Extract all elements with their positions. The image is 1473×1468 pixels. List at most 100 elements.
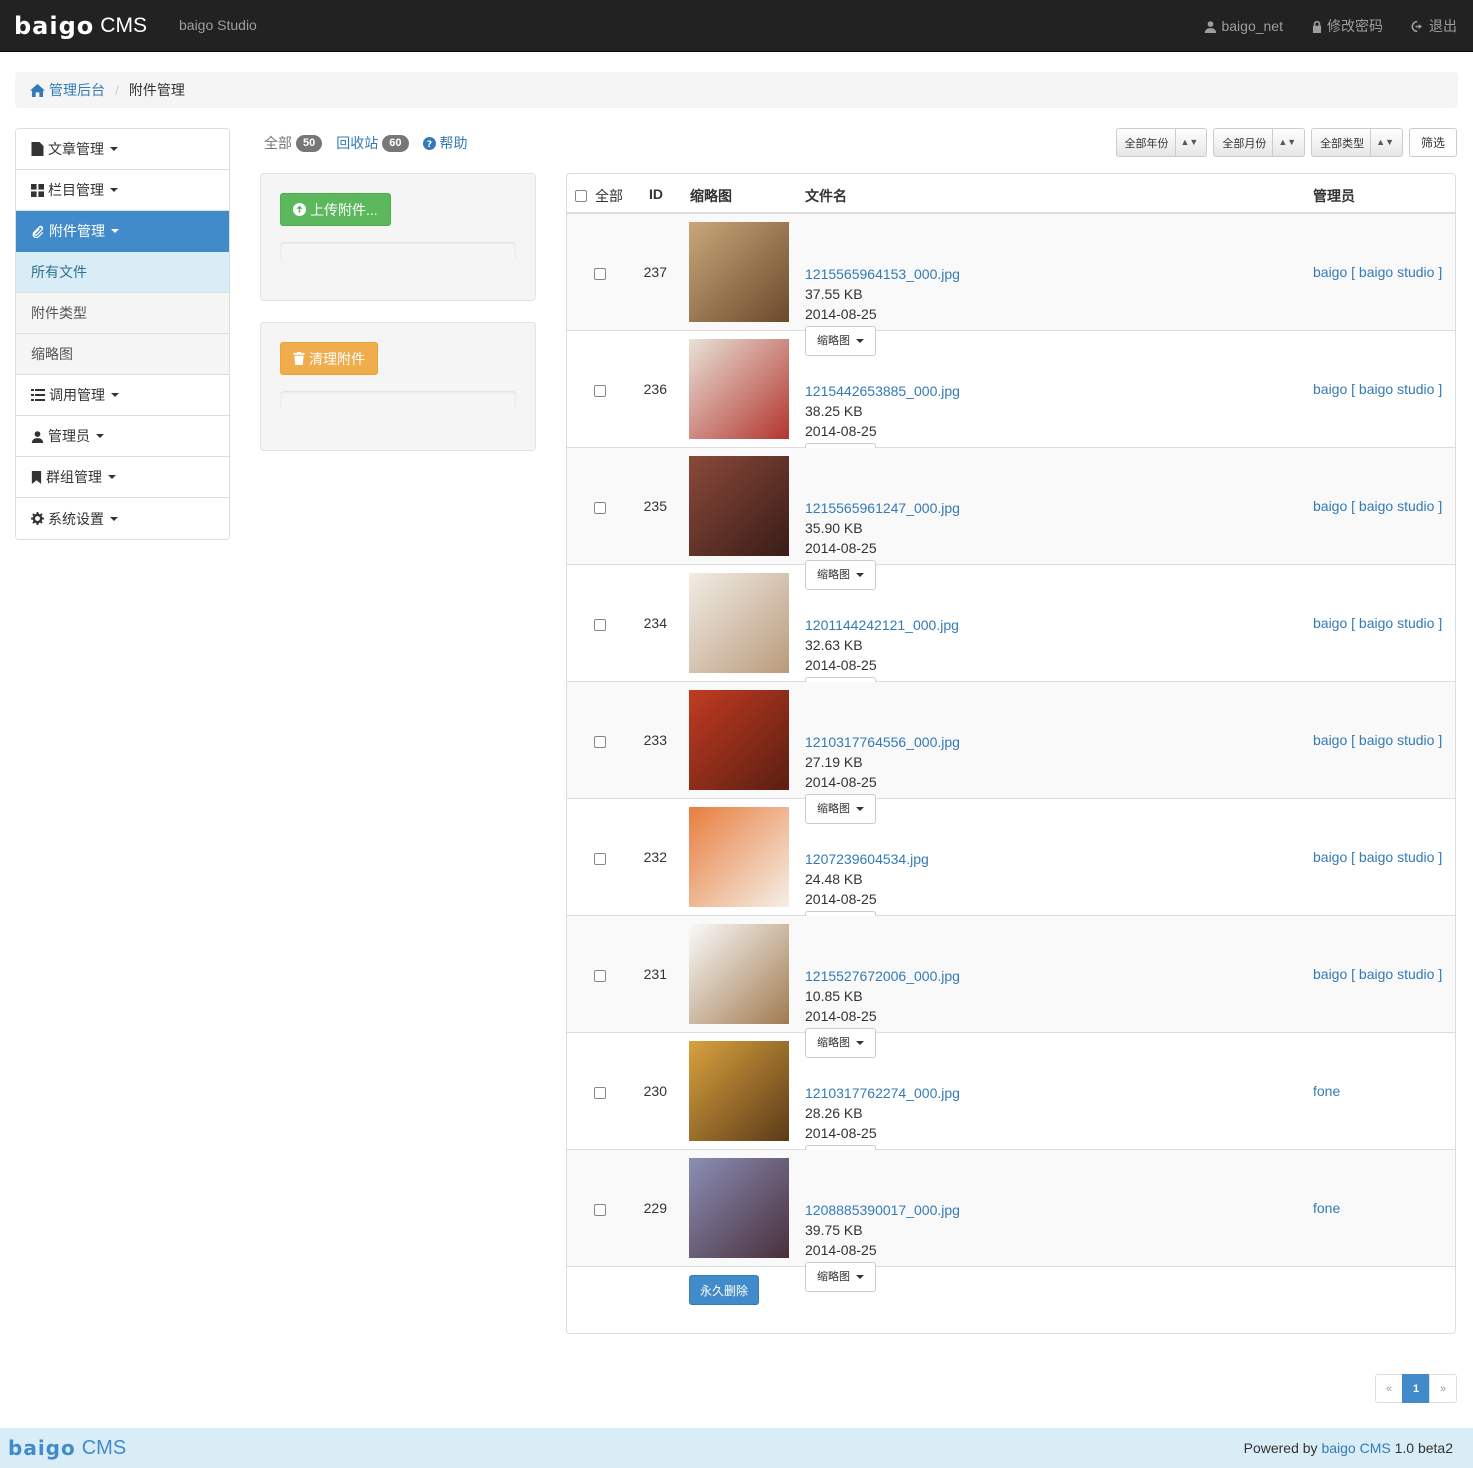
file-name-link[interactable]: 1215442653885_000.jpg (805, 383, 960, 399)
file-size: 39.75 KB (805, 1222, 863, 1238)
gear-icon (31, 512, 44, 525)
clean-panel: 清理附件 (260, 322, 536, 451)
file-name-link[interactable]: 1210317762274_000.jpg (805, 1085, 960, 1101)
row-id: 236 (643, 381, 667, 397)
table-row: 233 1210317764556_000.jpg 27.19 KB 2014-08-… (567, 682, 1455, 824)
tab-recycle[interactable]: 回收站 60 (336, 133, 409, 153)
bookmark-icon (31, 470, 42, 484)
file-name-link[interactable]: 1215527672006_000.jpg (805, 968, 960, 984)
row-id: 232 (643, 849, 667, 865)
file-size: 27.19 KB (805, 754, 863, 770)
logout-icon (1411, 20, 1423, 32)
row-checkbox[interactable] (594, 502, 606, 514)
sidebar-item-mime-types[interactable]: 附件类型 (16, 293, 229, 334)
sidebar-item-thumbnails[interactable]: 缩略图 (16, 334, 229, 375)
sidebar-item-admins[interactable]: 管理员 (16, 416, 229, 457)
footer-logo-cms: CMS (81, 1436, 127, 1459)
thumbnail-image (689, 222, 789, 322)
admin-link[interactable]: baigo [ baigo studio ] (1313, 264, 1442, 280)
logout-link[interactable]: 退出 (1411, 16, 1457, 36)
page-next[interactable]: » (1429, 1374, 1457, 1403)
select-all-checkbox[interactable] (575, 190, 587, 202)
studio-link[interactable]: baigo Studio (179, 17, 257, 33)
lock-icon (1312, 20, 1322, 33)
file-name-link[interactable]: 1210317764556_000.jpg (805, 734, 960, 750)
attachments-table: 全部 ID 缩略图 文件名 管理员 237 1215565964153_000.j… (566, 173, 1456, 1334)
caret-down-icon (111, 393, 119, 397)
change-password-link[interactable]: 修改密码 (1311, 16, 1383, 36)
brand-logo[interactable]: baigo CMS (14, 12, 147, 40)
file-name-link[interactable]: 1207239604534.jpg (805, 851, 929, 867)
footer-logo: baigo CMS (8, 1436, 126, 1460)
help-link[interactable]: ? 帮助 (422, 133, 468, 153)
select-arrows-icon: ▲▼ (1370, 129, 1394, 156)
thumbnail-image (689, 456, 789, 556)
admin-link[interactable]: baigo [ baigo studio ] (1313, 732, 1442, 748)
admin-link[interactable]: baigo [ baigo studio ] (1313, 381, 1442, 397)
thumbnail-image (689, 690, 789, 790)
row-checkbox[interactable] (594, 619, 606, 631)
month-select[interactable]: 全部月份 ▲▼ (1213, 128, 1306, 157)
admin-link[interactable]: fone (1313, 1083, 1340, 1099)
tab-all[interactable]: 全部 50 (264, 133, 323, 153)
admin-link[interactable]: baigo [ baigo studio ] (1313, 615, 1442, 631)
sidebar-item-articles[interactable]: 文章管理 (16, 129, 229, 170)
powered-link[interactable]: baigo CMS (1321, 1440, 1390, 1456)
clean-button[interactable]: 清理附件 (280, 342, 378, 375)
thumbnail-dropdown-button[interactable]: 缩略图 (805, 1262, 876, 1292)
user-link[interactable]: baigo_net (1204, 16, 1283, 36)
admin-link[interactable]: fone (1313, 1200, 1340, 1216)
sidebar-item-calls[interactable]: 调用管理 (16, 375, 229, 416)
file-date: 2014-08-25 (805, 774, 877, 790)
file-name-link[interactable]: 1215565964153_000.jpg (805, 266, 960, 282)
table-header: 全部 ID 缩略图 文件名 管理员 (567, 174, 1455, 214)
caret-down-icon (110, 147, 118, 151)
file-size: 38.25 KB (805, 403, 863, 419)
row-checkbox[interactable] (594, 385, 606, 397)
row-checkbox[interactable] (594, 853, 606, 865)
table-row: 231 1215527672006_000.jpg 10.85 KB 2014-08-… (567, 916, 1455, 1058)
table-row: 236 1215442653885_000.jpg 38.25 KB 2014-08-… (567, 331, 1455, 473)
admin-link[interactable]: baigo [ baigo studio ] (1313, 849, 1442, 865)
thumbnail-image (689, 339, 789, 439)
breadcrumb: 管理后台 / 附件管理 (15, 72, 1458, 108)
sidebar-item-categories[interactable]: 栏目管理 (16, 170, 229, 211)
sidebar-item-label: 管理员 (48, 428, 90, 444)
sidebar-item-attachments[interactable]: 附件管理 (16, 211, 229, 252)
filter-button[interactable]: 筛选 (1408, 128, 1457, 157)
top-navbar: baigo CMS baigo Studio baigo_net 修改密码 退出 (0, 0, 1473, 52)
upload-circle-icon (293, 203, 306, 216)
sidebar-item-settings[interactable]: 系统设置 (16, 498, 229, 539)
file-name-link[interactable]: 1201144242121_000.jpg (805, 617, 959, 633)
file-name-link[interactable]: 1215565961247_000.jpg (805, 500, 960, 516)
file-size: 32.63 KB (805, 637, 863, 653)
header-admin: 管理员 (1313, 188, 1355, 204)
type-select[interactable]: 全部类型 ▲▼ (1311, 128, 1403, 157)
delete-permanently-button[interactable]: 永久删除 (689, 1275, 760, 1305)
user-nav: baigo_net 修改密码 退出 (1204, 16, 1457, 36)
upload-button[interactable]: 上传附件... (280, 193, 391, 226)
admin-link[interactable]: baigo [ baigo studio ] (1313, 498, 1442, 514)
page-current[interactable]: 1 (1402, 1374, 1430, 1403)
footer-logo-text: baigo (8, 1436, 76, 1460)
page-prev[interactable]: « (1375, 1374, 1403, 1403)
caret-down-icon (856, 1275, 864, 1279)
type-select-value: 全部类型 (1320, 137, 1365, 150)
row-checkbox[interactable] (594, 736, 606, 748)
file-size: 28.26 KB (805, 1105, 863, 1121)
year-select[interactable]: 全部年份 ▲▼ (1115, 128, 1208, 157)
file-date: 2014-08-25 (805, 306, 877, 322)
month-select-value: 全部月份 (1222, 137, 1267, 150)
version: 1.0 beta2 (1394, 1440, 1453, 1456)
admin-link[interactable]: baigo [ baigo studio ] (1313, 966, 1442, 982)
breadcrumb-home[interactable]: 管理后台 (49, 80, 105, 100)
row-checkbox[interactable] (594, 268, 606, 280)
upload-panel: 上传附件... (260, 173, 536, 301)
sidebar-item-all-files[interactable]: 所有文件 (16, 252, 229, 293)
file-name-link[interactable]: 1208885390017_000.jpg (805, 1202, 960, 1218)
row-checkbox[interactable] (594, 1204, 606, 1216)
sidebar-item-groups[interactable]: 群组管理 (16, 457, 229, 498)
row-checkbox[interactable] (594, 1087, 606, 1099)
logo-cms: CMS (100, 14, 147, 37)
row-checkbox[interactable] (594, 970, 606, 982)
